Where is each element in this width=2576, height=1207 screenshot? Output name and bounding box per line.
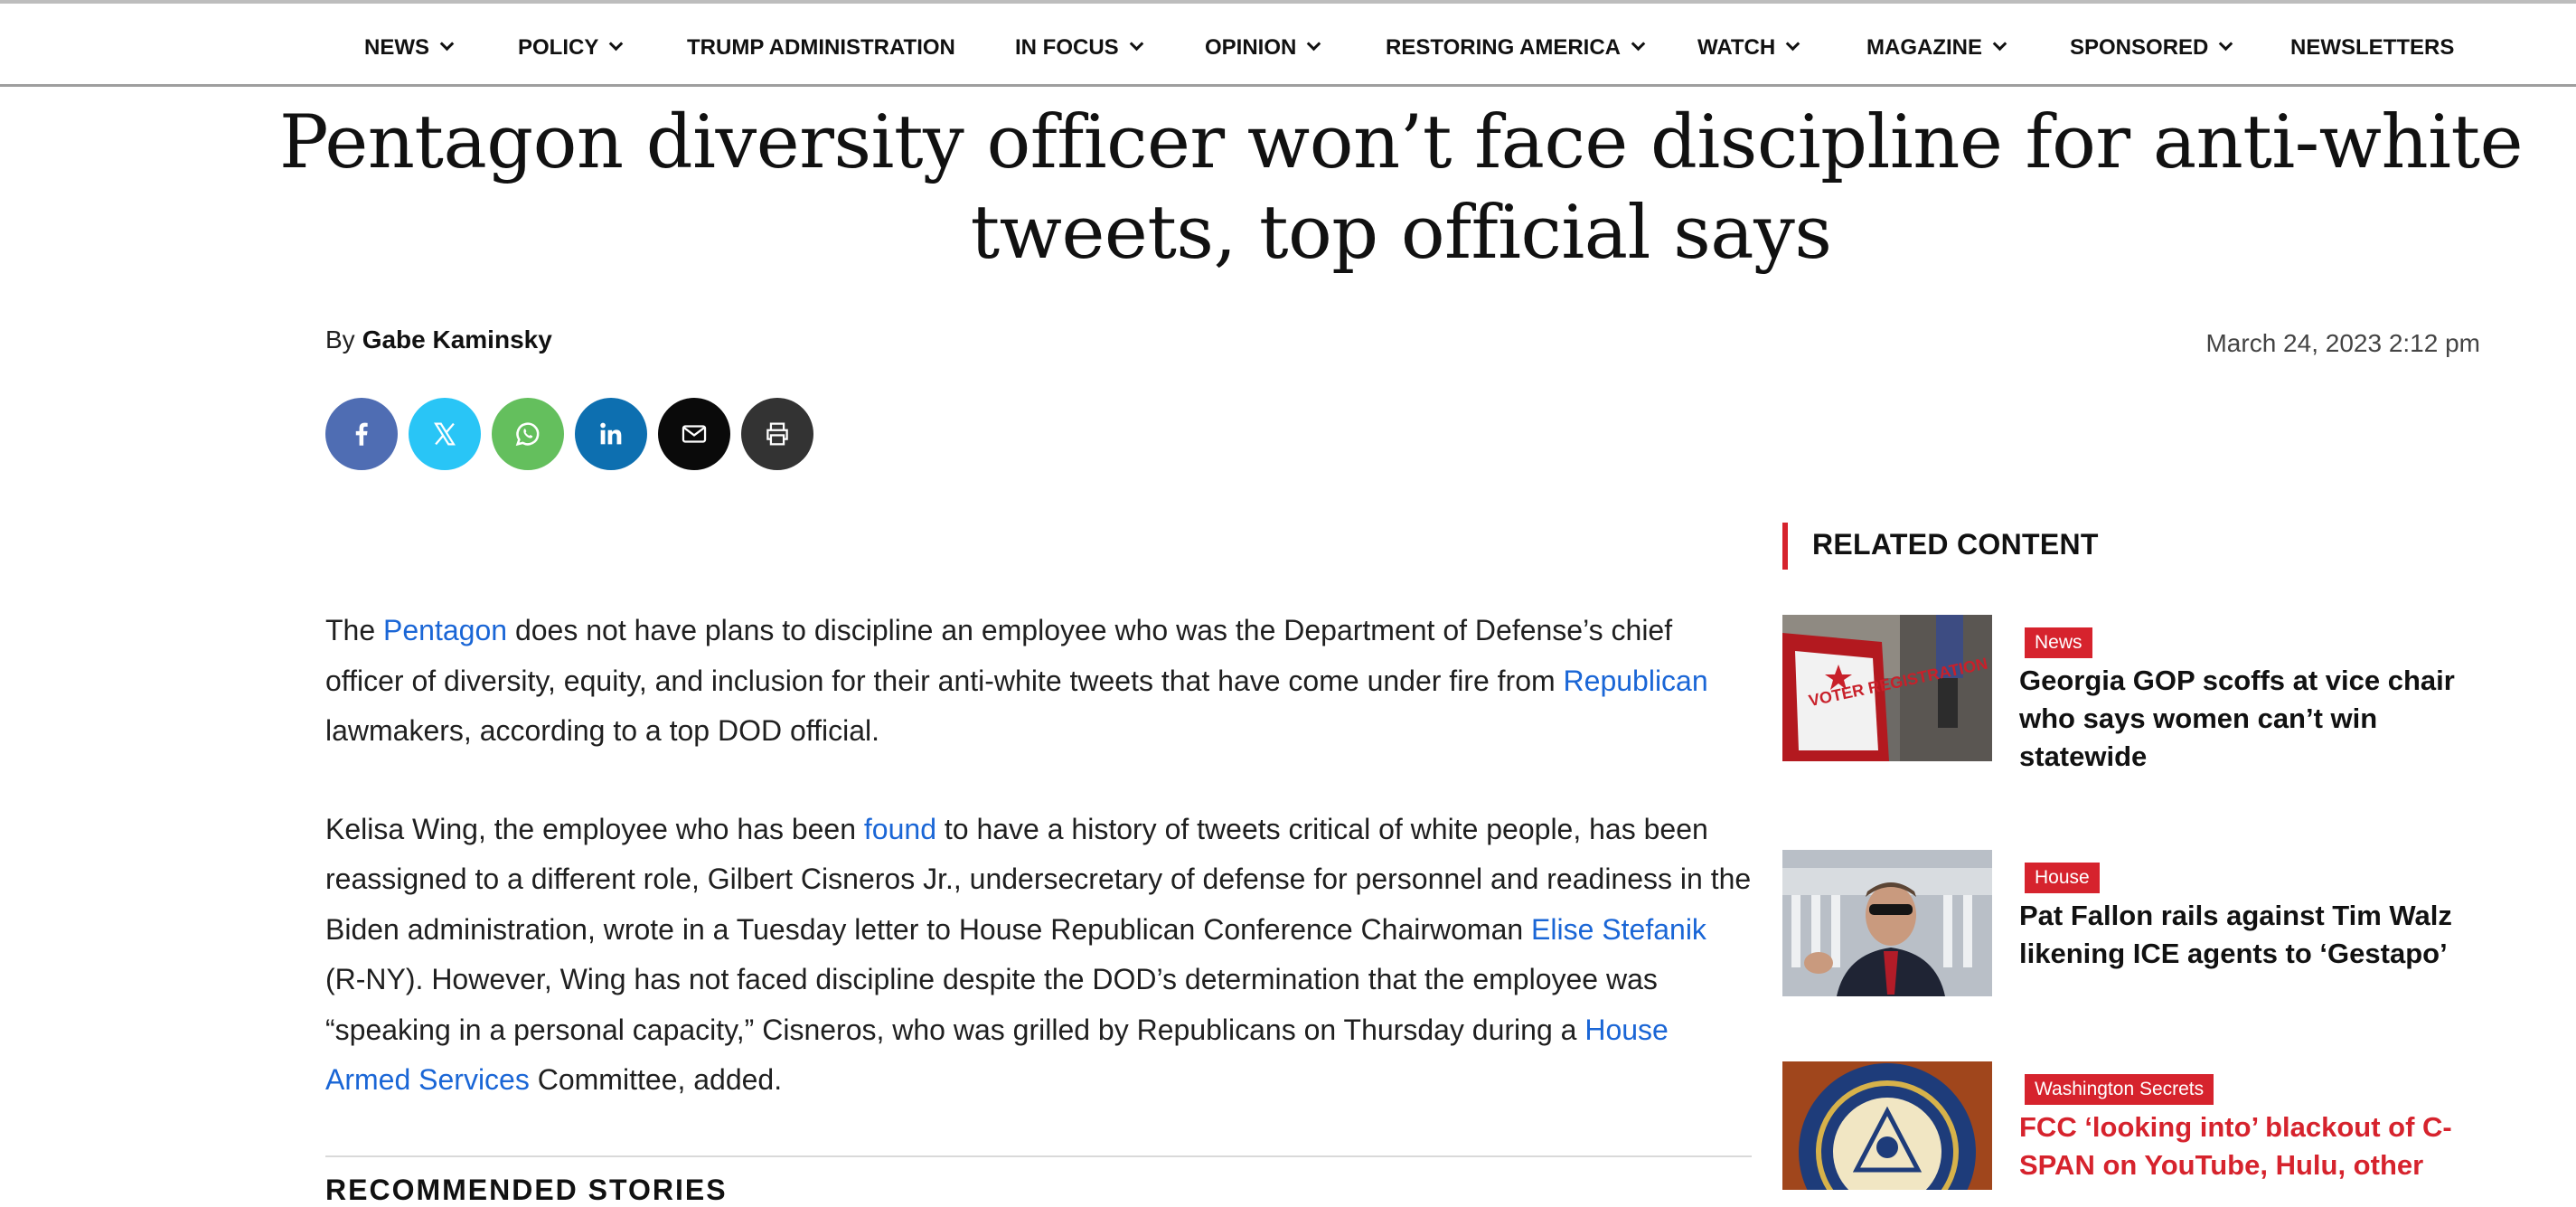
nav-item-watch[interactable]: WATCH [1697,35,1800,61]
share-x-button[interactable] [409,398,481,470]
whatsapp-icon [515,422,540,447]
nav-item-in-focus[interactable]: IN FOCUS [1015,35,1143,61]
card-title-link[interactable]: Georgia GOP scoffs at vice chair who say… [2019,662,2471,776]
nav-item-sponsored[interactable]: SPONSORED [2070,35,2233,61]
recommended-stories-heading: RECOMMENDED STORIES [325,1174,728,1206]
found-link[interactable]: found [864,813,936,845]
x-icon [434,422,456,446]
paragraph-text: lawmakers, according to a top DOD offici… [325,714,879,747]
paragraph-text: The [325,614,384,646]
elise-stefanik-link[interactable]: Elise Stefanik [1531,913,1706,946]
chevron-down-icon [439,36,455,52]
fcc-seal-photo [1782,1061,1992,1190]
chevron-down-icon [1992,36,2007,52]
share-print-button[interactable] [741,398,813,470]
nav-item-news[interactable]: NEWS [364,35,455,61]
chevron-down-icon [2219,36,2233,52]
publish-date: March 24, 2023 2:12 pm [2205,329,2480,357]
nav-item-label: OPINION [1205,35,1297,60]
card-category-tag[interactable]: House [2025,863,2100,893]
paragraph-text: (R-NY). However, Wing has not faced disc… [325,963,1658,1046]
chevron-down-icon [1307,36,1321,52]
pentagon-link[interactable]: Pentagon [383,614,507,646]
chevron-down-icon [1631,36,1646,52]
card-category-tag[interactable]: News [2025,627,2092,658]
email-icon [682,425,707,443]
byline-prefix: By [325,325,355,354]
author-link[interactable]: Gabe Kaminsky [362,325,552,354]
nav-item-newsletters[interactable]: NEWSLETTERS [2290,35,2454,61]
nav-item-label: SPONSORED [2070,35,2209,60]
nav-item-label: WATCH [1697,35,1776,60]
card-thumbnail-voter-registration[interactable]: VOTER REGISTRATION [1782,615,1992,761]
chevron-down-icon [1785,36,1800,52]
republican-link[interactable]: Republican [1564,665,1708,697]
card-category-tag[interactable]: Washington Secrets [2025,1074,2214,1105]
nav-item-label: IN FOCUS [1015,35,1119,60]
voter-registration-photo: VOTER REGISTRATION [1782,615,1992,761]
article-body: The Pentagon does not have plans to disc… [325,606,1753,1154]
card-thumbnail-fcc-seal[interactable] [1782,1061,1992,1190]
paragraph-text: Kelisa Wing, the employee who has been [325,812,864,845]
nav-item-magazine[interactable]: MAGAZINE [1866,35,2007,61]
nav-item-restoring-america[interactable]: RESTORING AMERICA [1386,35,1646,61]
linkedin-icon [600,422,622,445]
card-title-link[interactable]: FCC ‘looking into’ blackout of C-SPAN on… [2019,1108,2471,1184]
related-content-title: RELATED CONTENT [1812,528,2099,561]
print-icon [766,422,788,446]
card-thumbnail-pat-fallon[interactable] [1782,850,1992,996]
byline: By Gabe Kaminsky [325,325,552,354]
article-paragraph: Kelisa Wing, the employee who has been f… [325,805,1753,1106]
share-whatsapp-button[interactable] [492,398,564,470]
paragraph-text: does not have plans to discipline an emp… [325,614,1673,697]
share-linkedin-button[interactable] [575,398,647,470]
card-title-link[interactable]: Pat Fallon rails against Tim Walz likeni… [2019,897,2471,973]
nav-item-label: TRUMP ADMINISTRATION [687,35,955,60]
top-navigation: NEWS POLICY TRUMP ADMINISTRATION IN FOCU… [0,0,2576,87]
nav-item-label: NEWSLETTERS [2290,35,2455,60]
pat-fallon-photo [1782,850,1992,996]
accent-bar [1782,523,1788,570]
nav-item-label: POLICY [518,35,599,60]
nav-item-label: NEWS [364,35,429,60]
nav-item-label: RESTORING AMERICA [1386,35,1622,60]
section-divider [325,1155,1752,1157]
chevron-down-icon [1129,36,1143,52]
share-facebook-button[interactable] [325,398,398,470]
paragraph-text: Committee, added. [529,1063,783,1096]
nav-item-trump-administration[interactable]: TRUMP ADMINISTRATION [687,35,955,61]
article-paragraph: The Pentagon does not have plans to disc… [325,606,1753,757]
nav-item-opinion[interactable]: OPINION [1205,35,1321,61]
article-headline: Pentagon diversity officer won’t face di… [278,100,2524,276]
nav-item-label: MAGAZINE [1866,35,1982,60]
facebook-icon [355,422,368,446]
nav-item-policy[interactable]: POLICY [518,35,624,61]
chevron-down-icon [609,36,624,52]
share-email-button[interactable] [658,398,730,470]
